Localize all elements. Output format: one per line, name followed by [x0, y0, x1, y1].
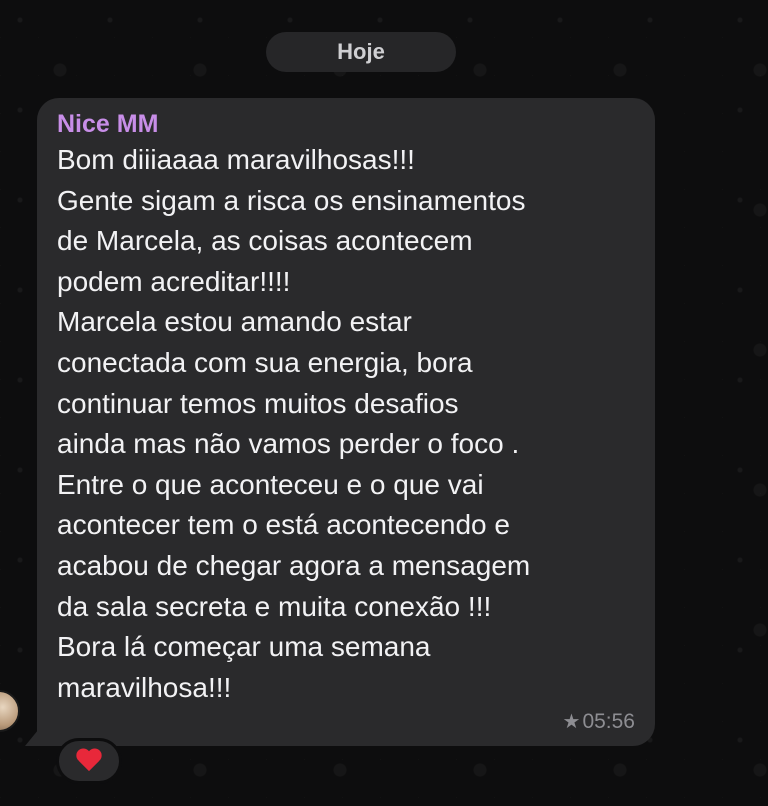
message-meta: ★ 05:56 [563, 709, 636, 734]
message-line: Entre o que aconteceu e o que vai [57, 468, 484, 500]
date-separator: Hoje [266, 32, 456, 72]
date-separator-label: Hoje [337, 39, 385, 64]
message-line: conectada com sua energia, bora [57, 346, 473, 378]
message-line: de Marcela, as coisas acontecem [57, 225, 473, 257]
message-line: continuar temos muitos desafios [57, 387, 459, 419]
heart-icon [76, 749, 102, 773]
sender-name[interactable]: Nice MM [57, 110, 635, 138]
message-line: Bom diiiaaaa maravilhosas!!! [57, 144, 415, 175]
message-line: da sala secreta e muita conexão !!! [57, 590, 492, 622]
message-time: 05:56 [582, 709, 635, 733]
star-icon: ★ [562, 711, 581, 733]
message-line: podem acreditar!!!! [57, 265, 291, 297]
message-line: Marcela estou amando estar [57, 306, 412, 338]
message-line: ainda mas não vamos perder o foco . [57, 428, 520, 460]
reaction-badge[interactable] [56, 738, 122, 784]
message-line: acontecer tem o está acontecendo e [57, 509, 510, 541]
message-line: Bora lá começar uma semana [57, 631, 431, 663]
message-line: maravilhosa!!! [57, 671, 232, 703]
message-line: Gente sigam a risca os ensinamentos [57, 184, 526, 216]
message-line: acabou de chegar agora a mensagem [57, 549, 531, 581]
message-bubble[interactable]: Nice MM Bom diiiaaaa maravilhosas!!! Gen… [37, 98, 655, 746]
